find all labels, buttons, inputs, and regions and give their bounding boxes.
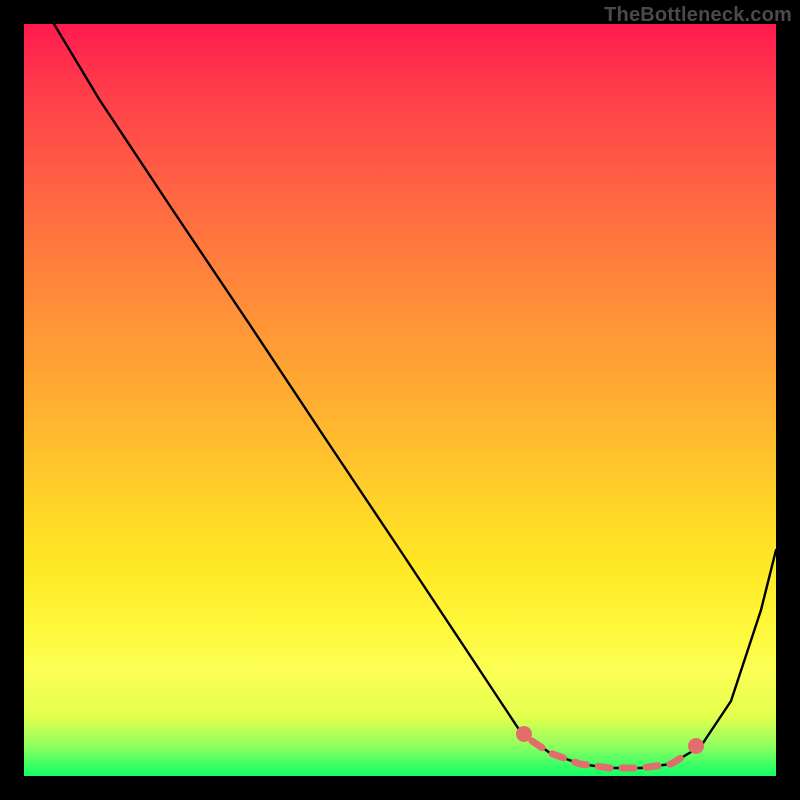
highlight-dot-left [516, 726, 532, 742]
bottleneck-curve [54, 24, 776, 768]
plot-area [24, 24, 776, 776]
curve-svg [24, 24, 776, 776]
highlight-dot-right [688, 738, 704, 754]
watermark-text: TheBottleneck.com [604, 4, 792, 27]
chart-frame: TheBottleneck.com [0, 0, 800, 800]
